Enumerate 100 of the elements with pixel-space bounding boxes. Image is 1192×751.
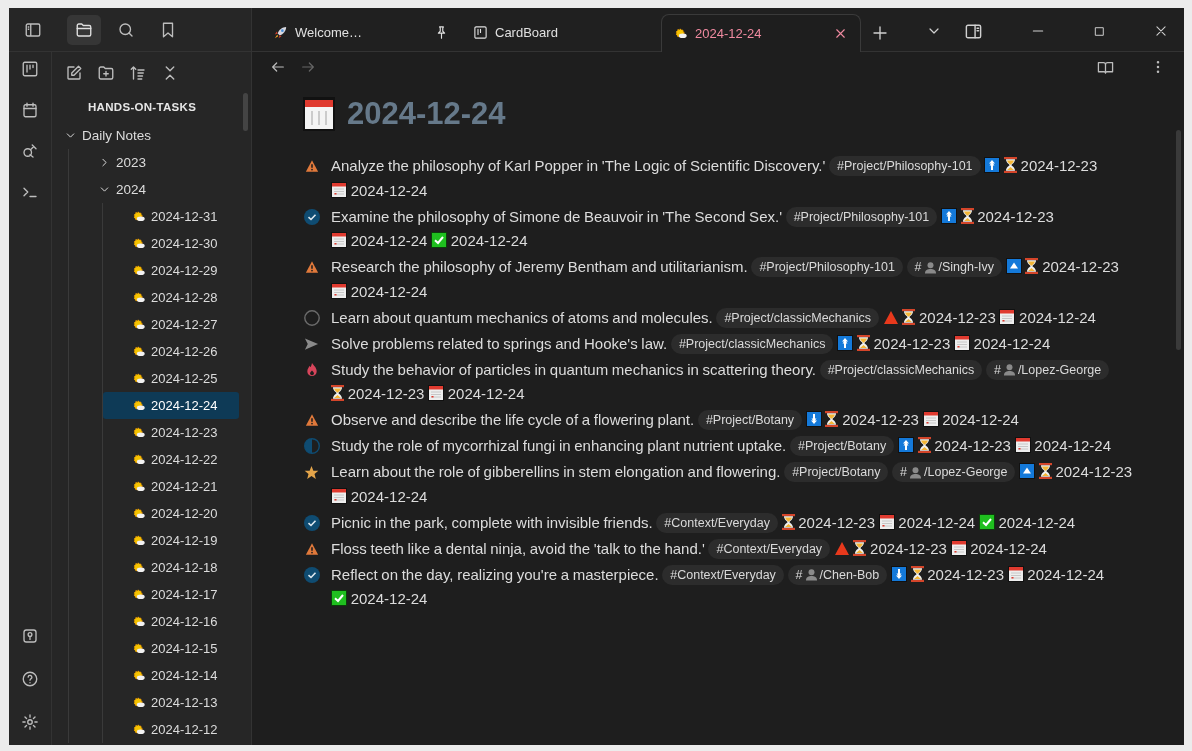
warning-icon[interactable] <box>304 159 319 173</box>
empty-circle-icon[interactable] <box>303 309 320 326</box>
scheduled-date: 2024-12-23 <box>870 539 947 557</box>
flame-icon[interactable] <box>304 362 319 377</box>
file-item[interactable]: 2024-12-26 <box>103 338 239 366</box>
close-icon[interactable] <box>833 26 848 41</box>
right-sidebar-icon[interactable] <box>964 21 983 41</box>
tag[interactable]: #Project/classicMechanics <box>819 359 983 380</box>
file-item[interactable]: 2024-12-23 <box>103 419 239 447</box>
sun-cloud-icon <box>132 668 146 683</box>
folder-item[interactable]: Daily Notes <box>52 122 251 150</box>
file-item[interactable]: 2024-12-17 <box>103 581 239 609</box>
scheduled-date: 2024-12-23 <box>842 411 919 428</box>
sun-cloud-icon <box>132 587 146 602</box>
sidebar-toggle-icon[interactable] <box>24 20 42 39</box>
file-item[interactable]: 2024-12-30 <box>103 230 239 258</box>
file-item[interactable]: 2024-12-31 <box>103 203 239 231</box>
tag[interactable]: #Context/Everyday <box>656 512 778 533</box>
task-text: Solve problems related to springs and Hooke's law. <box>331 334 668 352</box>
hourglass-icon <box>331 385 344 401</box>
tab[interactable]: Welcome… <box>261 14 461 51</box>
sort-icon[interactable] <box>129 64 147 82</box>
file-item[interactable]: 2024-12-29 <box>103 257 239 285</box>
checkmark-icon <box>978 513 995 530</box>
tag[interactable]: #Project/Botany <box>789 436 895 456</box>
person-tag[interactable]: # /Singh-Ivy <box>906 257 1003 277</box>
file-item[interactable]: 2024-12-13 <box>103 689 239 717</box>
file-item[interactable]: 2024-12-18 <box>103 554 239 582</box>
maximize-icon[interactable] <box>1093 24 1106 38</box>
kanban-icon[interactable] <box>21 60 39 78</box>
person-icon <box>1002 363 1016 376</box>
send-arrow-icon[interactable] <box>304 336 319 351</box>
tag[interactable]: #Context/Everyday <box>662 564 784 585</box>
warning-icon[interactable] <box>304 541 319 556</box>
forward-arrow-icon[interactable] <box>300 59 316 75</box>
file-item[interactable]: 2024-12-24 <box>103 392 239 420</box>
scrollbar[interactable] <box>243 93 248 131</box>
scheduled-date: 2024-12-23 <box>934 437 1011 454</box>
explorer-tab[interactable] <box>67 14 101 45</box>
hourglass-icon <box>917 437 931 453</box>
sun-cloud-icon <box>132 371 146 386</box>
tag[interactable]: #Project/classicMechanics <box>670 333 834 354</box>
file-item[interactable]: 2024-12-16 <box>103 608 239 636</box>
new-note-icon[interactable] <box>65 64 83 82</box>
person-icon <box>804 568 818 581</box>
checked-circle-icon[interactable] <box>303 514 320 531</box>
tag[interactable]: #Project/Philosophy-101 <box>785 206 938 227</box>
back-arrow-icon[interactable] <box>270 59 286 75</box>
hourglass-icon <box>1038 463 1052 479</box>
tag[interactable]: #Project/classicMechanics <box>716 307 879 328</box>
calendar-icon <box>878 513 895 530</box>
help-icon[interactable] <box>21 670 39 688</box>
star-icon[interactable] <box>304 464 319 480</box>
scrollbar[interactable] <box>1176 130 1181 350</box>
hourglass-icon <box>902 308 916 325</box>
tag[interactable]: #Project/Philosophy-101 <box>829 156 981 176</box>
tab[interactable]: 2024-12-24 <box>661 14 861 52</box>
hourglass-icon <box>1003 157 1017 173</box>
new-folder-icon[interactable] <box>97 64 115 82</box>
sun-cloud-icon <box>674 26 688 41</box>
sun-cloud-icon <box>132 452 146 467</box>
tag[interactable]: #Context/Everyday <box>708 538 831 559</box>
tag-name: /Lopez-George <box>924 464 1008 481</box>
tag[interactable]: #Project/Botany <box>784 462 889 482</box>
file-item[interactable]: 2024-12-25 <box>103 365 239 393</box>
due-date: 2024-12-24 <box>350 282 428 300</box>
person-tag[interactable]: # /Lopez-George <box>985 359 1110 380</box>
person-tag[interactable]: # /Chen-Bob <box>787 564 888 585</box>
warning-icon[interactable] <box>304 260 319 274</box>
close-icon[interactable] <box>1154 24 1168 38</box>
checkmark-icon <box>331 590 347 606</box>
file-item[interactable]: 2024-12-15 <box>103 635 239 663</box>
calendar-icon[interactable] <box>21 101 39 119</box>
checked-circle-icon[interactable] <box>303 566 320 583</box>
add-icon[interactable] <box>871 23 889 42</box>
folder-item[interactable]: 2023 <box>69 149 251 177</box>
tag[interactable]: #Project/Philosophy-101 <box>751 257 903 277</box>
file-item[interactable]: 2024-12-22 <box>103 446 239 474</box>
tab[interactable]: CardBoard <box>461 14 661 51</box>
settings-icon[interactable] <box>21 713 39 731</box>
due-date: 2024-12-24 <box>1034 437 1112 454</box>
vault-icon[interactable] <box>21 627 39 645</box>
warning-icon[interactable] <box>304 413 319 427</box>
sun-cloud-icon <box>132 533 146 548</box>
scheduled-date: 2024-12-23 <box>1020 157 1098 174</box>
checked-circle-icon[interactable] <box>303 208 320 225</box>
person-tag[interactable]: # /Lopez-George <box>892 462 1016 482</box>
file-item[interactable]: 2024-12-27 <box>103 311 239 339</box>
sun-cloud-icon <box>132 236 146 251</box>
file-item[interactable]: 2024-12-28 <box>103 284 239 312</box>
vault-name: HANDS-ON-TASKS <box>88 101 197 113</box>
plugin-icon[interactable] <box>21 142 39 160</box>
file-item[interactable]: 2024-12-20 <box>103 500 239 528</box>
file-item[interactable]: 2024-12-19 <box>103 527 239 555</box>
calendar-icon <box>331 282 347 299</box>
tag[interactable]: #Project/Botany <box>697 410 803 430</box>
file-item[interactable]: 2024-12-12 <box>103 716 239 744</box>
file-item[interactable]: 2024-12-14 <box>103 662 239 690</box>
file-item[interactable]: 2024-12-21 <box>103 473 239 501</box>
folder-item[interactable]: 2024 <box>69 176 251 204</box>
